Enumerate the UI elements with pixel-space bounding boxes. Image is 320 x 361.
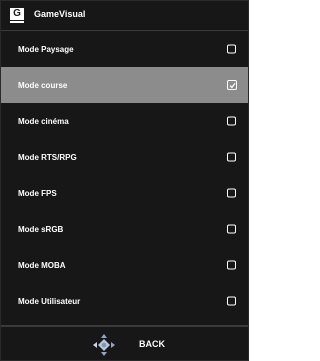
menu-header: G GameVisual <box>0 0 249 28</box>
mode-item-utilisateur[interactable]: Mode Utilisateur <box>0 283 249 319</box>
checkbox-icon[interactable] <box>227 224 236 234</box>
checkbox-icon[interactable] <box>227 116 236 126</box>
mode-label: Mode Paysage <box>18 44 74 54</box>
mode-item-srgb[interactable]: Mode sRGB <box>0 211 249 247</box>
mode-item-fps[interactable]: Mode FPS <box>0 175 249 211</box>
mode-label: Mode RTS/RPG <box>18 152 77 162</box>
mode-label: Mode sRGB <box>18 224 64 234</box>
mode-item-cinema[interactable]: Mode cinéma <box>0 103 249 139</box>
osd-menu: G GameVisual Mode Paysage Mode course Mo… <box>0 0 249 361</box>
checkbox-icon[interactable] <box>227 260 236 270</box>
checkbox-checked-icon[interactable] <box>227 80 237 90</box>
mode-item-paysage[interactable]: Mode Paysage <box>0 31 249 67</box>
menu-title: GameVisual <box>34 9 86 19</box>
checkbox-icon[interactable] <box>227 152 236 162</box>
mode-item-course[interactable]: Mode course <box>0 67 249 103</box>
mode-label: Mode course <box>18 80 68 90</box>
mode-list: Mode Paysage Mode course Mode cinéma Mod… <box>0 30 249 319</box>
mode-item-rts-rpg[interactable]: Mode RTS/RPG <box>0 139 249 175</box>
mode-label: Mode MOBA <box>18 260 66 270</box>
mode-label: Mode Utilisateur <box>18 296 81 306</box>
back-button[interactable]: BACK <box>139 339 165 349</box>
mode-label: Mode cinéma <box>18 116 69 126</box>
checkbox-icon[interactable] <box>227 296 236 306</box>
mode-item-moba[interactable]: Mode MOBA <box>0 247 249 283</box>
gamevisual-icon: G <box>10 8 24 23</box>
checkbox-icon[interactable] <box>227 44 236 54</box>
menu-footer: BACK <box>0 327 249 361</box>
dpad-icon[interactable] <box>93 334 115 356</box>
mode-label: Mode FPS <box>18 188 57 198</box>
checkbox-icon[interactable] <box>227 188 236 198</box>
